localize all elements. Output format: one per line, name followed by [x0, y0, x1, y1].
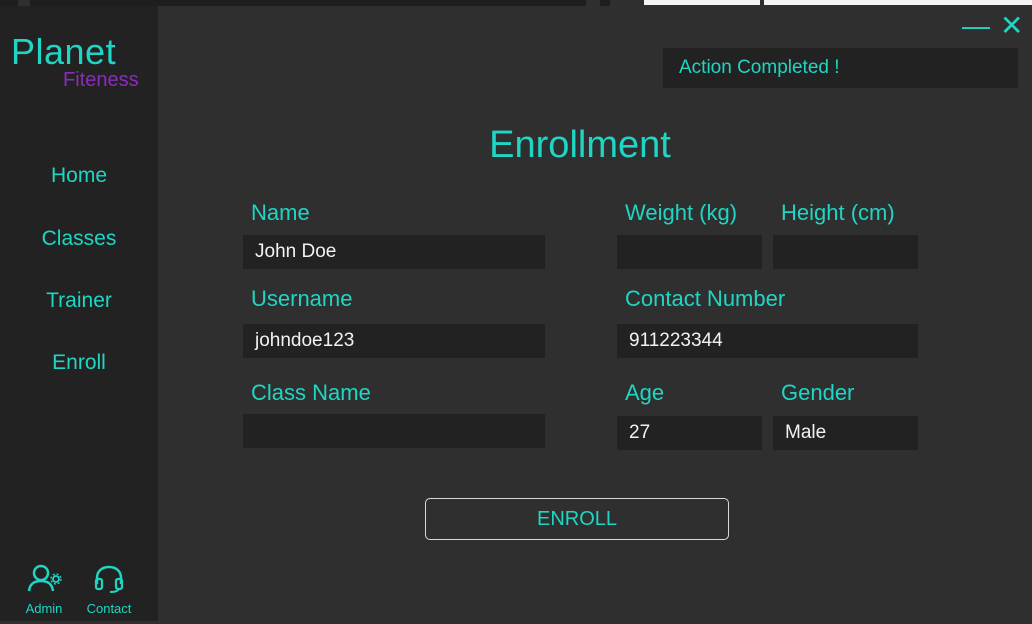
sidebar-item-trainer[interactable]: Trainer — [0, 289, 158, 313]
class-name-label: Class Name — [251, 380, 371, 405]
admin-button[interactable]: Admin — [20, 564, 68, 616]
headset-icon — [94, 565, 124, 593]
weight-label: Weight (kg) — [625, 200, 738, 225]
weight-field[interactable] — [617, 235, 762, 269]
sidebar-item-home[interactable]: Home — [0, 164, 158, 188]
contact-number-label: Contact Number — [625, 286, 786, 311]
contact-label: Contact — [86, 601, 132, 616]
sidebar-item-enroll[interactable]: Enroll — [0, 351, 158, 375]
sidebar-bottom-actions: Admin Contact — [0, 564, 158, 624]
admin-label: Admin — [25, 601, 63, 616]
strip-segment — [764, 0, 1032, 5]
contact-number-field[interactable]: 911223344 — [617, 324, 918, 358]
contact-button[interactable]: Contact — [80, 564, 138, 616]
minimize-button[interactable]: — — [962, 12, 990, 40]
status-message: Action Completed ! — [663, 48, 1018, 88]
gender-field[interactable]: Male — [773, 416, 918, 450]
close-button[interactable]: ✕ — [1000, 12, 1023, 40]
height-label: Height (cm) — [781, 200, 895, 225]
username-label: Username — [251, 286, 353, 311]
name-label: Name — [251, 200, 310, 225]
logo-sub: Fiteness — [63, 69, 139, 91]
strip-segment — [644, 0, 760, 5]
height-field[interactable] — [773, 235, 918, 269]
enroll-button[interactable]: ENROLL — [425, 498, 729, 540]
age-field[interactable]: 27 — [617, 416, 762, 450]
sidebar: Planet Fiteness Home Classes Trainer Enr… — [0, 6, 158, 621]
age-label: Age — [625, 380, 665, 405]
class-name-field[interactable] — [243, 414, 545, 448]
sidebar-item-classes[interactable]: Classes — [0, 227, 158, 251]
gender-label: Gender — [781, 380, 855, 405]
strip-segment — [600, 0, 610, 6]
username-field[interactable]: johndoe123 — [243, 324, 545, 358]
user-gear-icon — [27, 564, 62, 592]
name-field[interactable]: John Doe — [243, 235, 545, 269]
logo-main: Planet — [11, 31, 117, 72]
page-title: Enrollment — [489, 124, 671, 166]
